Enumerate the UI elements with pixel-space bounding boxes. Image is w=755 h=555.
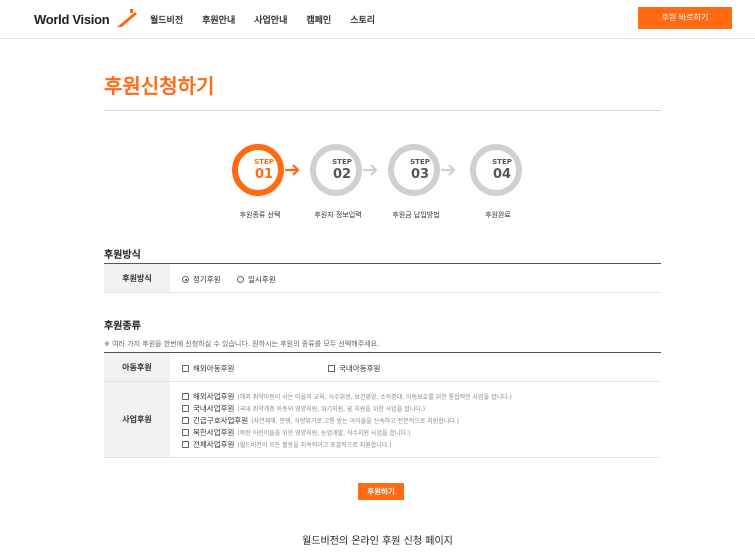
checkbox-overseas-child-box[interactable] xyxy=(182,365,189,372)
step-3-number: 03 xyxy=(410,167,430,182)
site-header: World Vision 월드비전 후원안내 사업안내 캠페인 스토리 후원 바… xyxy=(0,0,755,39)
checkbox-project-emergency-desc: (자연재해, 분쟁, 식량위기로 고통 받는 아이들을 신속하고 전문적으로 지… xyxy=(251,418,460,425)
step-1-number: 01 xyxy=(254,167,274,182)
method-section-title: 후원방식 xyxy=(104,250,141,261)
step-3-prefix: STEP xyxy=(410,158,430,166)
step-1-circle: STEP 01 xyxy=(232,144,284,196)
method-row-label: 후원방식 xyxy=(104,264,170,292)
step-indicator: STEP 01 후원종류 선택 STEP 02 후원자 정보입력 STEP 03… xyxy=(230,144,540,224)
child-row-label: 아동후원 xyxy=(104,353,170,381)
step-1-prefix: STEP xyxy=(254,158,274,166)
page-title: 후원신청하기 xyxy=(104,74,215,98)
step-3-circle: STEP 03 xyxy=(388,144,440,196)
checkbox-project-overseas-box[interactable] xyxy=(182,393,189,400)
radio-regular-control[interactable] xyxy=(182,276,189,283)
checkbox-overseas-child[interactable]: 해외아동후원 xyxy=(182,363,234,374)
step-4-circle: STEP 04 xyxy=(470,144,522,196)
step-4-prefix: STEP xyxy=(492,158,512,166)
radio-regular-label: 정기후원 xyxy=(193,275,221,284)
checkbox-project-northkorea-label: 북한사업후원 xyxy=(193,428,235,437)
step-4-number: 04 xyxy=(492,167,512,182)
checkbox-project-emergency-label: 긴급구호사업후원 xyxy=(193,416,249,425)
checkbox-project-all-box[interactable] xyxy=(182,441,189,448)
checkbox-project-northkorea[interactable]: 북한사업후원 (북한 어린이들을 위한 영양지원, 농업개발, 식수지원 사업을… xyxy=(182,427,410,438)
logo-text: World Vision xyxy=(34,12,110,27)
nav-item-worldvision[interactable]: 월드비전 xyxy=(150,13,183,26)
project-row-label: 사업후원 xyxy=(104,382,170,457)
title-divider xyxy=(104,110,661,111)
checkbox-project-domestic-desc: (국내 취약계층 아동의 영양지원, 위기지원, 꿈 지원을 위한 사업을 합니… xyxy=(237,406,426,413)
step-arrow-icon xyxy=(285,164,300,176)
step-1-label: 후원종류 선택 xyxy=(239,211,281,219)
checkbox-project-domestic-label: 국내사업후원 xyxy=(193,404,235,413)
checkbox-project-northkorea-box[interactable] xyxy=(182,429,189,436)
step-3-label: 후원금 납입방법 xyxy=(392,211,440,219)
method-row: 후원방식 정기후원 일시후원 xyxy=(104,264,661,293)
radio-onetime-control[interactable] xyxy=(237,276,244,283)
step-arrow-icon xyxy=(363,164,378,176)
checkbox-project-emergency-box[interactable] xyxy=(182,417,189,424)
step-2-label: 후원자 정보입력 xyxy=(314,211,362,219)
world-vision-logo[interactable]: World Vision xyxy=(34,9,137,27)
checkbox-project-domestic[interactable]: 국내사업후원 (국내 취약계층 아동의 영양지원, 위기지원, 꿈 지원을 위한… xyxy=(182,403,425,414)
step-2-number: 02 xyxy=(332,167,352,182)
checkbox-project-northkorea-desc: (북한 어린이들을 위한 영양지원, 농업개발, 식수지원 사업을 합니다.) xyxy=(237,430,411,437)
checkbox-project-overseas-label: 해외사업후원 xyxy=(193,392,235,401)
checkbox-project-emergency[interactable]: 긴급구호사업후원 (자연재해, 분쟁, 식량위기로 고통 받는 아이들을 신속하… xyxy=(182,415,459,426)
type-section-note: ※ 여러 가지 후원을 한번에 신청하실 수 있습니다. 원하시는 후원의 종류… xyxy=(104,340,380,348)
radio-regular[interactable]: 정기후원 xyxy=(182,274,221,285)
radio-onetime[interactable]: 일시후원 xyxy=(237,274,276,285)
type-section-title: 후원종류 xyxy=(104,321,141,332)
checkbox-project-all[interactable]: 전체사업후원 (월드비전의 모든 활동을 지속적이고 포괄적으로 지원합니다.) xyxy=(182,439,392,450)
checkbox-project-overseas[interactable]: 해외사업후원 (해외 취약아동이 사는 마을의 교육, 식수위생, 보건영양, … xyxy=(182,391,512,402)
nav-item-donation-info[interactable]: 후원안내 xyxy=(202,13,235,26)
step-2-prefix: STEP xyxy=(332,158,352,166)
nav-item-campaign[interactable]: 캠페인 xyxy=(306,13,331,26)
project-sponsorship-row: 사업후원 해외사업후원 (해외 취약아동이 사는 마을의 교육, 식수위생, 보… xyxy=(104,382,661,458)
figure-caption: 월드비전의 온라인 후원 신청 페이지 xyxy=(302,536,453,547)
checkbox-domestic-child-box[interactable] xyxy=(328,365,335,372)
checkbox-project-all-desc: (월드비전의 모든 활동을 지속적이고 포괄적으로 지원합니다.) xyxy=(237,442,392,449)
submit-donation-button[interactable]: 후원하기 xyxy=(358,483,404,500)
checkbox-project-all-label: 전체사업후원 xyxy=(193,440,235,449)
checkbox-domestic-child[interactable]: 국내아동후원 xyxy=(328,363,380,374)
step-2-circle: STEP 02 xyxy=(310,144,362,196)
main-nav: 월드비전 후원안내 사업안내 캠페인 스토리 xyxy=(150,13,394,26)
child-sponsorship-row: 아동후원 해외아동후원 국내아동후원 xyxy=(104,353,661,382)
donate-now-button[interactable]: 후원 바로하기 xyxy=(638,7,732,29)
nav-item-story[interactable]: 스토리 xyxy=(350,13,375,26)
checkbox-overseas-child-label: 해외아동후원 xyxy=(193,364,235,373)
checkbox-domestic-child-label: 국내아동후원 xyxy=(339,364,381,373)
step-4-label: 후원완료 xyxy=(485,211,511,219)
step-arrow-icon xyxy=(441,164,456,176)
checkbox-project-domestic-box[interactable] xyxy=(182,405,189,412)
radio-onetime-label: 일시후원 xyxy=(248,275,276,284)
page-frame: World Vision 월드비전 후원안내 사업안내 캠페인 스토리 후원 바… xyxy=(0,0,755,520)
logo-flag-icon xyxy=(117,9,137,27)
checkbox-project-overseas-desc: (해외 취약아동이 사는 마을의 교육, 식수위생, 보건영양, 소득증대, 아… xyxy=(237,394,512,401)
nav-item-projects[interactable]: 사업안내 xyxy=(254,13,287,26)
